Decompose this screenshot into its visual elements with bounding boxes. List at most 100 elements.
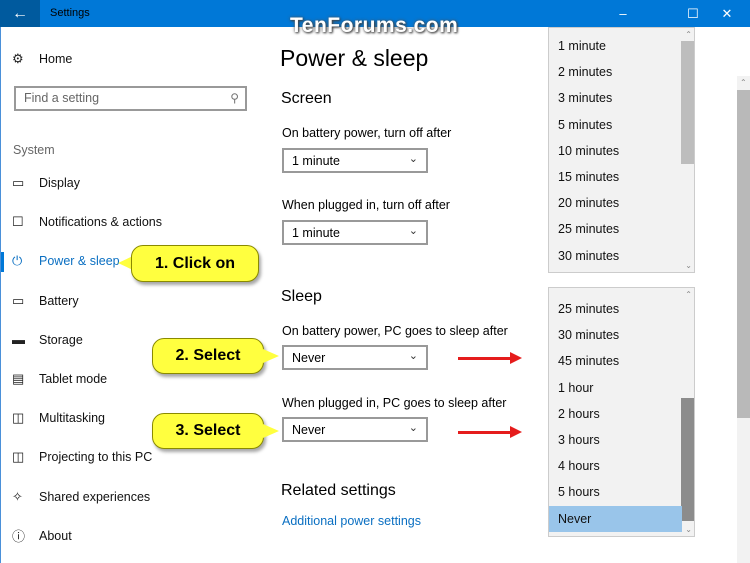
dropdown-option[interactable]: 25 minutes: [558, 302, 619, 316]
scroll-up-icon[interactable]: ⌃: [685, 30, 692, 39]
screen-plugged-label: When plugged in, turn off after: [282, 198, 450, 212]
search-icon: ⚲: [230, 91, 239, 105]
select-value: Never: [292, 351, 326, 365]
chevron-down-icon: ⌄: [408, 350, 418, 362]
shared-experiences-icon: ✧: [12, 488, 23, 504]
sleep-plugged-select[interactable]: Never ⌄: [282, 417, 428, 442]
sidebar-item-label: About: [39, 528, 72, 543]
sidebar-home[interactable]: ⚙ Home: [12, 49, 72, 69]
dropdown-option[interactable]: 20 minutes: [558, 196, 619, 210]
notification-icon: ☐: [12, 214, 24, 230]
dropdown-option[interactable]: 3 minutes: [558, 91, 612, 105]
callout-step-3: 3. Select: [152, 413, 264, 449]
scroll-up-icon[interactable]: ⌃: [740, 78, 747, 87]
minimize-button[interactable]: –: [600, 0, 646, 27]
home-label: Home: [39, 52, 73, 66]
screen-plugged-select[interactable]: 1 minute ⌄: [282, 220, 428, 245]
red-arrow-icon: [458, 352, 522, 364]
dropdown-option[interactable]: 4 hours: [558, 459, 600, 473]
chevron-down-icon: ⌄: [408, 153, 418, 165]
search-input[interactable]: Find a setting ⚲: [14, 86, 247, 111]
dropdown-option[interactable]: 30 minutes: [558, 249, 619, 263]
sidebar-item-storage[interactable]: ▬ Storage: [12, 330, 83, 350]
sidebar-item-label: Tablet mode: [39, 372, 108, 386]
select-value: 1 minute: [292, 154, 340, 168]
scroll-up-icon[interactable]: ⌃: [685, 290, 692, 299]
dropdown-option[interactable]: 2 hours: [558, 407, 600, 421]
scroll-down-icon[interactable]: ⌄: [685, 261, 692, 270]
screen-battery-select[interactable]: 1 minute ⌄: [282, 148, 428, 173]
sleep-battery-select[interactable]: Never ⌄: [282, 345, 428, 370]
select-value: 1 minute: [292, 226, 340, 240]
dropdown-option[interactable]: 5 minutes: [558, 118, 612, 132]
sleep-timeout-dropdown-list[interactable]: ⌃ ⌄ 25 minutes 30 minutes 45 minutes 1 hour…: [548, 287, 695, 537]
sidebar-item-tablet-mode[interactable]: ▤ Tablet mode: [12, 369, 107, 389]
sidebar-item-label: Power & sleep: [39, 254, 120, 269]
dropdown-option[interactable]: 1 minute: [558, 39, 606, 53]
sidebar-item-multitasking[interactable]: ◫ Multitasking: [12, 408, 105, 428]
tablet-mode-icon: ▤: [12, 371, 25, 386]
screen-timeout-dropdown-list[interactable]: ⌃ ⌄ 1 minute 2 minutes 3 minutes 5 minutes 1…: [548, 27, 695, 273]
info-icon: ⓘ: [12, 529, 26, 545]
active-indicator: [1, 252, 4, 272]
window-scrollbar-thumb[interactable]: [737, 90, 750, 418]
additional-power-settings-link[interactable]: Additional power settings: [282, 514, 421, 528]
sleep-plugged-label: When plugged in, PC goes to sleep after: [282, 396, 507, 410]
sidebar-item-power-sleep[interactable]: ⏻ Power & sleep: [12, 251, 120, 271]
sidebar-item-about[interactable]: ⓘ About: [12, 526, 72, 546]
red-arrow-icon: [458, 426, 522, 438]
monitor-icon: ▭: [12, 175, 25, 190]
projecting-icon: ◫: [12, 449, 25, 465]
sidebar-item-shared-experiences[interactable]: ✧ Shared experiences: [12, 487, 150, 507]
search-placeholder: Find a setting: [24, 91, 100, 105]
screen-battery-label: On battery power, turn off after: [282, 126, 452, 140]
chevron-down-icon: ⌄: [408, 225, 418, 237]
dropdown-option[interactable]: 2 minutes: [558, 65, 612, 79]
storage-icon: ▬: [12, 332, 25, 348]
dropdown-option[interactable]: 10 minutes: [558, 144, 619, 158]
dropdown-option[interactable]: 3 hours: [558, 433, 600, 447]
dropdown-option[interactable]: 1 hour: [558, 381, 593, 395]
sleep-heading: Sleep: [281, 288, 322, 305]
battery-icon: ▭: [12, 292, 25, 308]
back-arrow-icon: ←: [12, 5, 28, 22]
page-title: Power & sleep: [280, 45, 429, 71]
window-title: Settings: [50, 7, 90, 19]
back-button[interactable]: ←: [0, 0, 40, 27]
callout-step-1: 1. Click on: [131, 245, 259, 282]
watermark: TenForums.com: [290, 14, 459, 37]
dropdown-option[interactable]: 5 hours: [558, 485, 600, 499]
dropdown-option[interactable]: 30 minutes: [558, 328, 619, 342]
chevron-down-icon: ⌄: [408, 422, 418, 434]
sidebar-item-notifications-actions[interactable]: ☐ Notifications & actions: [12, 212, 162, 232]
sidebar-item-projecting-to-this-pc[interactable]: ◫ Projecting to this PC: [12, 447, 152, 467]
multitasking-icon: ◫: [12, 410, 25, 426]
window-border: [0, 27, 1, 563]
screen-heading: Screen: [281, 90, 332, 107]
section-label: System: [13, 143, 55, 157]
sidebar-item-label: Multitasking: [39, 411, 105, 426]
dropdown-option[interactable]: Never: [558, 512, 591, 526]
dropdown-scrollbar-thumb[interactable]: [681, 398, 694, 521]
callout-step-2: 2. Select: [152, 338, 264, 374]
select-value: Never: [292, 423, 326, 437]
dropdown-option[interactable]: 25 minutes: [558, 222, 619, 236]
power-icon: ⏻: [12, 253, 23, 269]
sidebar-item-label: Notifications & actions: [39, 215, 162, 230]
callout-pointer: [263, 424, 279, 438]
dropdown-scrollbar-thumb[interactable]: [681, 41, 694, 164]
sidebar-item-battery[interactable]: ▭ Battery: [12, 291, 79, 311]
sidebar-item-display[interactable]: ▭ Display: [12, 173, 80, 193]
sidebar-item-label: Projecting to this PC: [39, 450, 153, 465]
dropdown-option[interactable]: 45 minutes: [558, 354, 619, 368]
gear-icon: ⚙: [12, 51, 24, 66]
scroll-down-icon[interactable]: ⌄: [685, 525, 692, 534]
sidebar-item-label: Storage: [39, 332, 83, 347]
dropdown-option[interactable]: 15 minutes: [558, 170, 619, 184]
sidebar-item-label: Display: [39, 176, 80, 190]
related-heading: Related settings: [281, 482, 396, 499]
sidebar-item-label: Battery: [39, 293, 79, 308]
sidebar-item-label: Shared experiences: [39, 489, 151, 504]
sleep-battery-label: On battery power, PC goes to sleep after: [282, 324, 508, 338]
close-button[interactable]: ✕: [704, 0, 750, 27]
